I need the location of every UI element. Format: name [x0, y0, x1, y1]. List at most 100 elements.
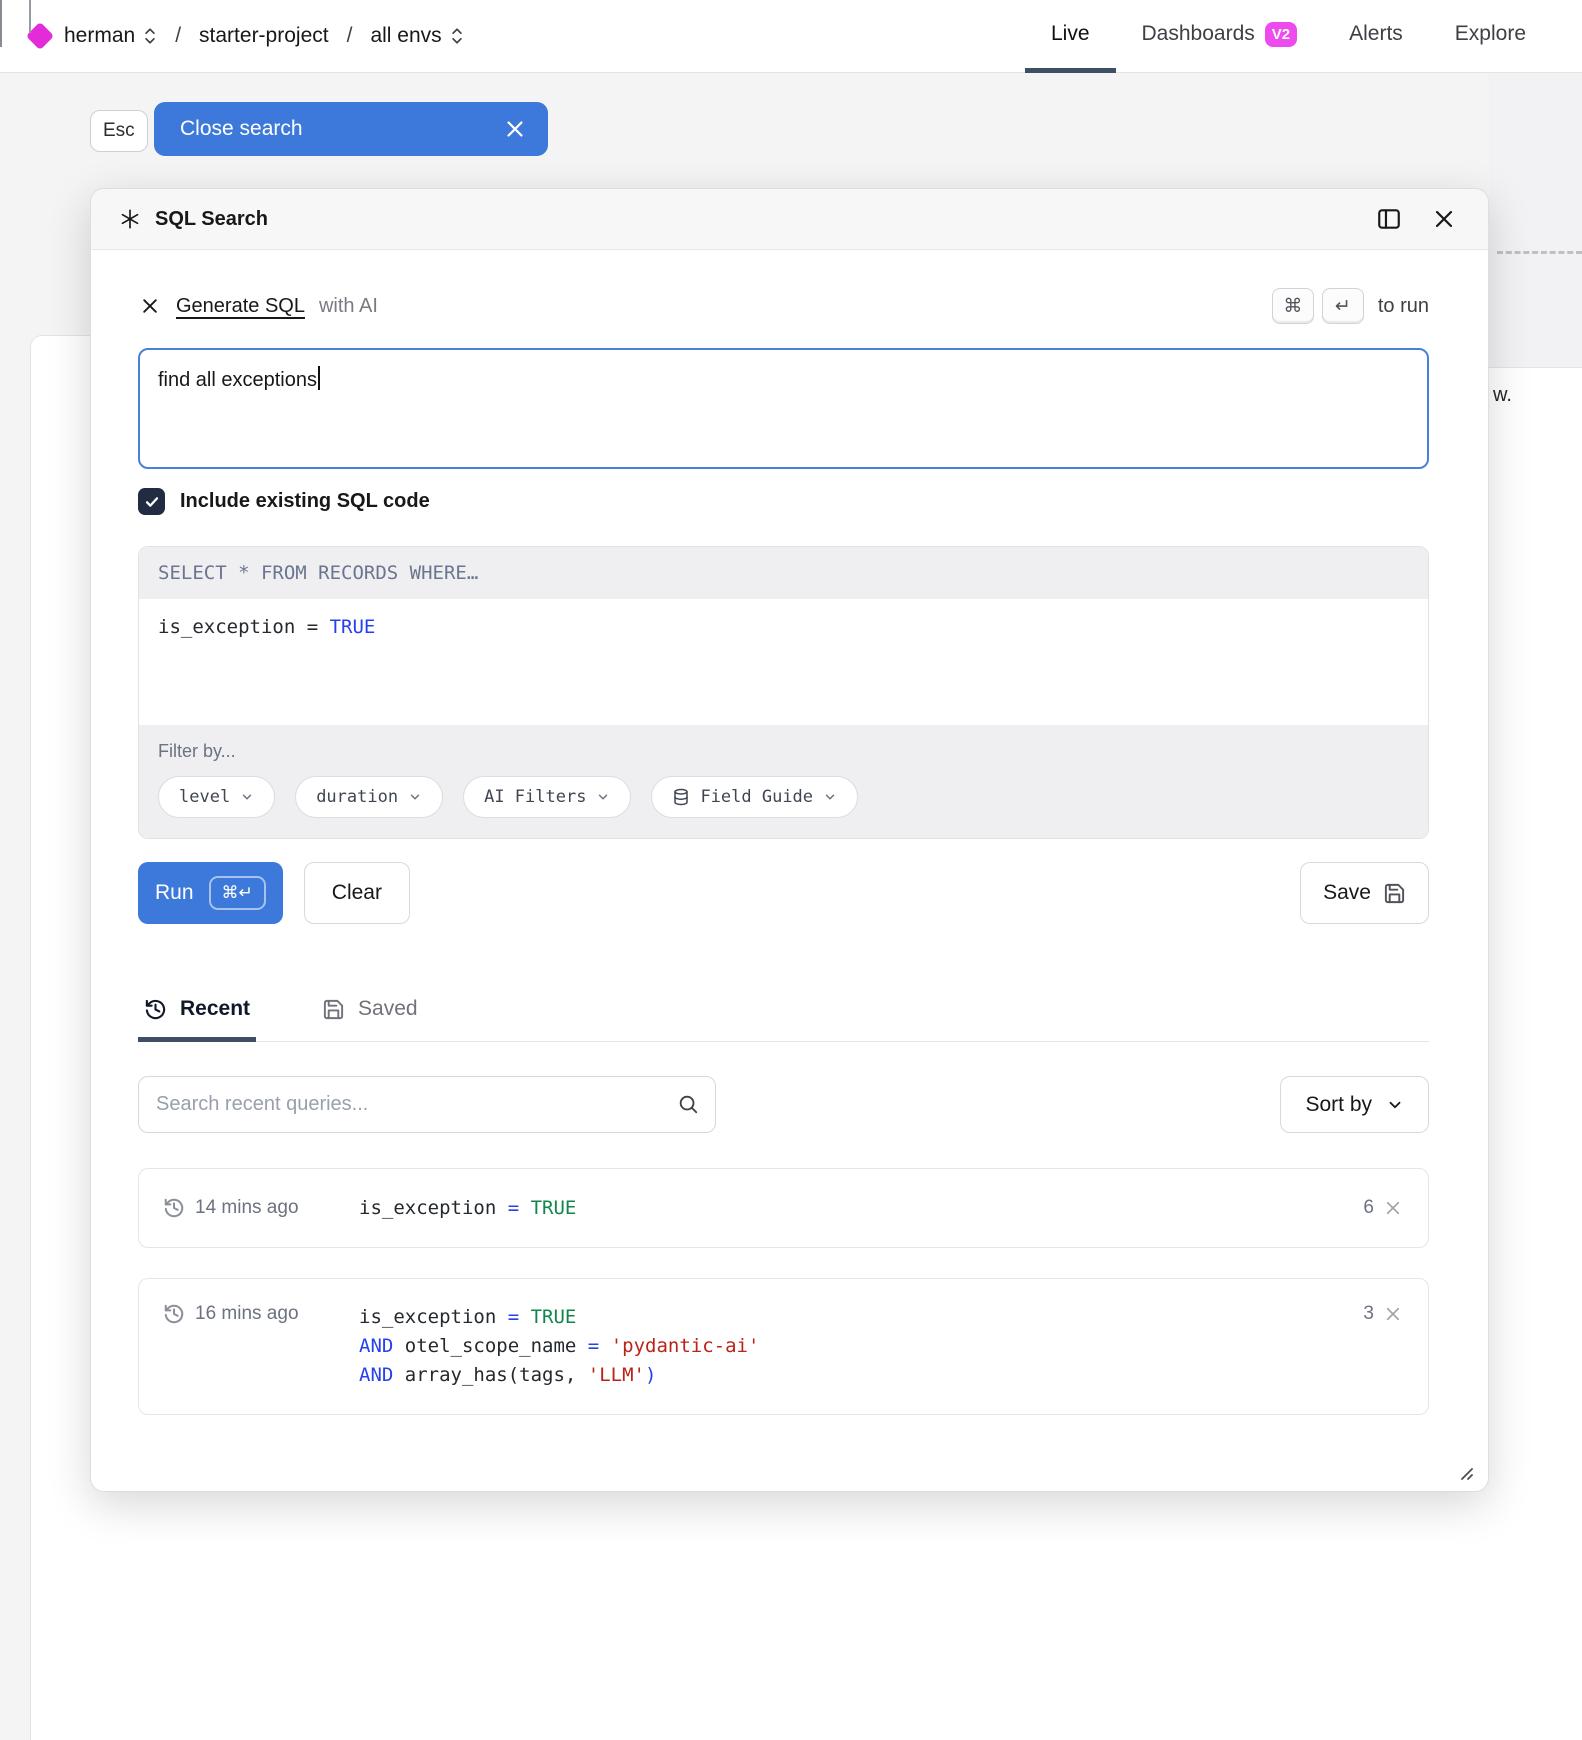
include-sql-checkbox[interactable] — [138, 488, 165, 515]
close-icon — [504, 118, 526, 140]
top-bar: herman / starter-project / all envs Live… — [0, 0, 1582, 73]
tab-recent[interactable]: Recent — [138, 995, 256, 1042]
query-time-text: 14 mins ago — [195, 1197, 299, 1219]
clear-button[interactable]: Clear — [304, 862, 410, 924]
nav-label: Alerts — [1349, 22, 1403, 46]
chip-label: level — [179, 787, 230, 807]
nav-label: Live — [1051, 22, 1090, 46]
close-icon — [140, 296, 160, 316]
env-name: all envs — [370, 24, 441, 48]
background-tick-line — [29, 0, 31, 33]
history-tabs: Recent Saved — [138, 995, 1429, 1042]
filter-chip-level[interactable]: level — [158, 776, 275, 818]
include-sql-label[interactable]: Include existing SQL code — [180, 490, 430, 513]
main-nav: Live Dashboards V2 Alerts Explore — [1025, 0, 1552, 73]
org-name: herman — [64, 24, 135, 48]
filter-chip-duration[interactable]: duration — [295, 776, 443, 818]
panel-layout-icon — [1376, 206, 1402, 232]
sql-editor-placeholder: SELECT * FROM RECORDS WHERE… — [139, 547, 1428, 599]
filter-chip-field-guide[interactable]: Field Guide — [651, 776, 858, 818]
recent-query-card[interactable]: 14 mins ago is_exception = TRUE 6 — [138, 1168, 1429, 1248]
chevron-down-icon — [240, 790, 254, 804]
resize-handle[interactable] — [1456, 1463, 1474, 1481]
generate-sql-suffix: with AI — [319, 295, 378, 318]
filter-by-label: Filter by... — [158, 741, 1409, 762]
sql-editor-footer: Filter by... level duration AI Filters — [139, 725, 1428, 838]
modal-header: SQL Search — [91, 189, 1488, 250]
ai-prompt-value: find all exceptions — [158, 369, 317, 391]
side-panel-toggle-button[interactable] — [1372, 202, 1406, 236]
chevron-down-icon — [823, 790, 837, 804]
nav-tab-dashboards[interactable]: Dashboards V2 — [1116, 0, 1324, 73]
delete-query-button[interactable] — [1382, 1197, 1404, 1219]
history-icon — [163, 1303, 185, 1325]
query-sql-preview: is_exception = TRUE — [359, 1194, 1343, 1223]
run-label: Run — [155, 881, 194, 905]
chevron-updown-icon — [143, 27, 157, 45]
chip-label: Field Guide — [700, 787, 813, 807]
chevron-down-icon — [1386, 1096, 1404, 1114]
run-shortcut-badge: ⌘↵ — [209, 876, 266, 910]
save-button[interactable]: Save — [1300, 862, 1429, 924]
background-partial-text: w. — [1493, 384, 1512, 407]
background-right-strip — [1489, 73, 1582, 368]
tab-label: Recent — [180, 997, 250, 1021]
background-dashed-divider — [1497, 251, 1582, 254]
chevron-down-icon — [596, 790, 610, 804]
modal-title: SQL Search — [155, 208, 268, 231]
check-icon — [144, 494, 160, 510]
v2-badge: V2 — [1265, 22, 1297, 47]
query-run-count: 6 — [1363, 1197, 1374, 1219]
query-timestamp: 16 mins ago — [163, 1303, 359, 1325]
search-icon — [677, 1093, 699, 1115]
recent-query-card[interactable]: 16 mins ago is_exception = TRUEAND otel_… — [138, 1278, 1429, 1415]
close-search-button[interactable]: Close search — [154, 102, 548, 156]
env-selector[interactable]: all envs — [370, 24, 463, 48]
delete-query-button[interactable] — [1382, 1303, 1404, 1325]
ai-prompt-input[interactable]: find all exceptions — [138, 348, 1429, 469]
sort-by-label: Sort by — [1305, 1093, 1372, 1117]
tab-label: Saved — [358, 997, 418, 1021]
breadcrumb: herman / starter-project / all envs — [0, 24, 464, 48]
nav-tab-live[interactable]: Live — [1025, 0, 1116, 73]
nav-label: Dashboards — [1142, 22, 1255, 46]
nav-tab-alerts[interactable]: Alerts — [1323, 0, 1429, 73]
generate-sql-link[interactable]: Generate SQL — [176, 295, 305, 318]
chip-label: duration — [316, 787, 398, 807]
chip-label: AI Filters — [484, 787, 586, 807]
modal-body: Generate SQL with AI ⌘ ↵ to run find all… — [91, 250, 1488, 1415]
org-selector[interactable]: herman — [64, 24, 157, 48]
project-name: starter-project — [199, 24, 329, 48]
save-label: Save — [1323, 881, 1371, 905]
sort-by-button[interactable]: Sort by — [1280, 1076, 1429, 1133]
sql-editor-code[interactable]: is_exception = TRUE — [139, 599, 1428, 725]
search-recent-input[interactable] — [138, 1076, 716, 1133]
dismiss-generate-button[interactable] — [138, 294, 162, 318]
tab-saved[interactable]: Saved — [316, 995, 424, 1042]
floppy-save-icon — [1383, 882, 1406, 905]
run-button[interactable]: Run ⌘↵ — [138, 862, 283, 924]
breadcrumb-separator: / — [343, 24, 357, 48]
modal-close-button[interactable] — [1428, 203, 1460, 235]
query-run-count: 3 — [1363, 1303, 1374, 1325]
nav-label: Explore — [1455, 22, 1526, 46]
sql-search-modal: SQL Search Generate SQL with AI ⌘ ↵ to r… — [90, 188, 1489, 1492]
close-icon — [1384, 1199, 1402, 1217]
to-run-label: to run — [1378, 295, 1429, 318]
chevron-down-icon — [408, 790, 422, 804]
history-icon — [163, 1197, 185, 1219]
floppy-save-icon — [322, 998, 345, 1021]
filter-chip-ai-filters[interactable]: AI Filters — [463, 776, 631, 818]
chevron-updown-icon — [450, 27, 464, 45]
query-timestamp: 14 mins ago — [163, 1197, 359, 1219]
nav-tab-explore[interactable]: Explore — [1429, 0, 1552, 73]
history-icon — [144, 998, 167, 1021]
enter-keycap: ↵ — [1322, 288, 1364, 324]
text-caret — [318, 366, 320, 390]
esc-key-button[interactable]: Esc — [90, 110, 148, 152]
recent-query-list: 14 mins ago is_exception = TRUE 6 16 min… — [138, 1168, 1429, 1415]
project-selector[interactable]: starter-project — [199, 24, 329, 48]
include-sql-row: Include existing SQL code — [138, 488, 1429, 515]
sparkle-asterisk-icon — [119, 208, 141, 230]
actions-row: Run ⌘↵ Clear Save — [138, 862, 1429, 924]
